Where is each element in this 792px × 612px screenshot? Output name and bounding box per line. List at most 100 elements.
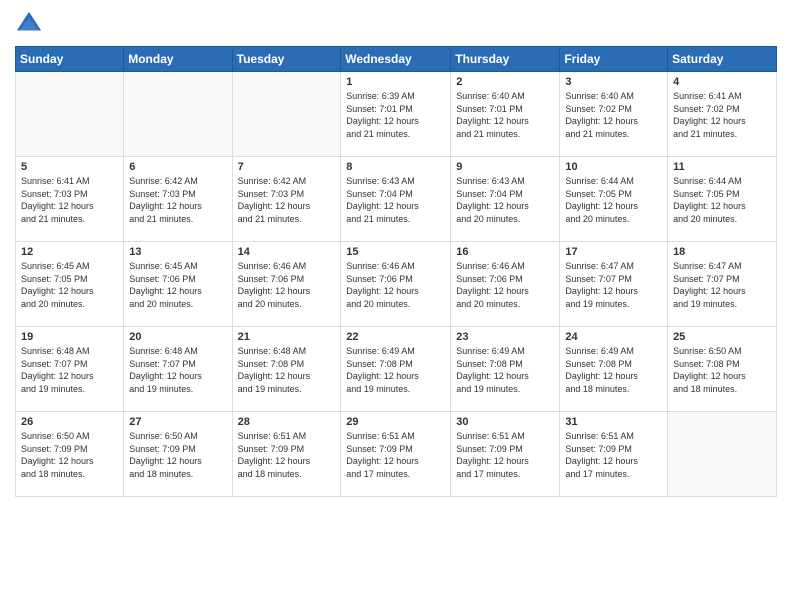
calendar-cell: 22Sunrise: 6:49 AMSunset: 7:08 PMDayligh… — [341, 327, 451, 412]
day-info: Sunrise: 6:47 AMSunset: 7:07 PMDaylight:… — [565, 260, 662, 310]
day-number: 7 — [238, 161, 336, 173]
day-info: Sunrise: 6:39 AMSunset: 7:01 PMDaylight:… — [346, 90, 445, 140]
day-info: Sunrise: 6:40 AMSunset: 7:01 PMDaylight:… — [456, 90, 554, 140]
calendar-cell: 10 Sunrise: 6:44 AMSunset: 7:05 PMDayligh… — [560, 157, 668, 242]
day-number: 30 — [456, 416, 554, 428]
calendar-cell: 25 Sunrise: 6:50 AMSunset: 7:08 PMDayligh… — [668, 327, 777, 412]
calendar-cell: 2Sunrise: 6:40 AMSunset: 7:01 PMDaylight… — [451, 72, 560, 157]
weekday-header-tuesday: Tuesday — [232, 47, 341, 72]
day-number: 17 — [565, 246, 662, 258]
day-number: 9 — [456, 161, 554, 173]
day-number: 16 — [456, 246, 554, 258]
day-number: 26 — [21, 416, 118, 428]
weekday-header-saturday: Saturday — [668, 47, 777, 72]
day-info: Sunrise: 6:43 AMSunset: 7:04 PMDaylight:… — [346, 175, 445, 225]
day-info: Sunrise: 6:42 AMSunset: 7:03 PMDaylight:… — [238, 175, 336, 225]
calendar-cell: 28Sunrise: 6:51 AMSunset: 7:09 PMDayligh… — [232, 412, 341, 497]
day-number: 21 — [238, 331, 336, 343]
day-number: 23 — [456, 331, 554, 343]
weekday-header-friday: Friday — [560, 47, 668, 72]
calendar-cell: 5 Sunrise: 6:41 AMSunset: 7:03 PMDaylight… — [16, 157, 124, 242]
calendar-cell: 4Sunrise: 6:41 AMSunset: 7:02 PMDaylight… — [668, 72, 777, 157]
day-info: Sunrise: 6:44 AMSunset: 7:05 PMDaylight:… — [565, 175, 662, 225]
day-info: Sunrise: 6:50 AMSunset: 7:09 PMDaylight:… — [21, 430, 118, 480]
day-info: Sunrise: 6:46 AMSunset: 7:06 PMDaylight:… — [238, 260, 336, 310]
day-info: Sunrise: 6:45 AMSunset: 7:05 PMDaylight:… — [21, 260, 118, 310]
day-number: 14 — [238, 246, 336, 258]
calendar-cell: 21 Sunrise: 6:48 AMSunset: 7:08 PMDayligh… — [232, 327, 341, 412]
calendar-cell: 13Sunrise: 6:45 AMSunset: 7:06 PMDayligh… — [124, 242, 232, 327]
day-info: Sunrise: 6:40 AMSunset: 7:02 PMDaylight:… — [565, 90, 662, 140]
day-info: Sunrise: 6:50 AMSunset: 7:08 PMDaylight:… — [673, 345, 771, 395]
day-number: 3 — [565, 76, 662, 88]
calendar-cell: 11 Sunrise: 6:44 AMSunset: 7:05 PMDayligh… — [668, 157, 777, 242]
logo — [15, 10, 47, 38]
week-row-5: 26 Sunrise: 6:50 AMSunset: 7:09 PMDayligh… — [16, 412, 777, 497]
calendar-cell: 26 Sunrise: 6:50 AMSunset: 7:09 PMDayligh… — [16, 412, 124, 497]
day-number: 15 — [346, 246, 445, 258]
calendar-cell — [232, 72, 341, 157]
calendar-cell: 30Sunrise: 6:51 AMSunset: 7:09 PMDayligh… — [451, 412, 560, 497]
day-info: Sunrise: 6:41 AMSunset: 7:03 PMDaylight:… — [21, 175, 118, 225]
day-number: 6 — [129, 161, 226, 173]
day-number: 11 — [673, 161, 771, 173]
day-info: Sunrise: 6:48 AMSunset: 7:07 PMDaylight:… — [21, 345, 118, 395]
calendar-cell: 17 Sunrise: 6:47 AMSunset: 7:07 PMDayligh… — [560, 242, 668, 327]
calendar-cell: 12 Sunrise: 6:45 AMSunset: 7:05 PMDayligh… — [16, 242, 124, 327]
day-info: Sunrise: 6:42 AMSunset: 7:03 PMDaylight:… — [129, 175, 226, 225]
calendar-cell: 23 Sunrise: 6:49 AMSunset: 7:08 PMDayligh… — [451, 327, 560, 412]
weekday-header-sunday: Sunday — [16, 47, 124, 72]
day-number: 4 — [673, 76, 771, 88]
calendar-cell — [668, 412, 777, 497]
day-info: Sunrise: 6:50 AMSunset: 7:09 PMDaylight:… — [129, 430, 226, 480]
day-info: Sunrise: 6:49 AMSunset: 7:08 PMDaylight:… — [456, 345, 554, 395]
calendar-cell: 1 Sunrise: 6:39 AMSunset: 7:01 PMDaylight… — [341, 72, 451, 157]
calendar-cell: 20 Sunrise: 6:48 AMSunset: 7:07 PMDayligh… — [124, 327, 232, 412]
weekday-header-monday: Monday — [124, 47, 232, 72]
day-info: Sunrise: 6:44 AMSunset: 7:05 PMDaylight:… — [673, 175, 771, 225]
day-info: Sunrise: 6:51 AMSunset: 7:09 PMDaylight:… — [238, 430, 336, 480]
day-number: 29 — [346, 416, 445, 428]
calendar-cell: 16 Sunrise: 6:46 AMSunset: 7:06 PMDayligh… — [451, 242, 560, 327]
calendar-cell: 7 Sunrise: 6:42 AMSunset: 7:03 PMDaylight… — [232, 157, 341, 242]
day-info: Sunrise: 6:48 AMSunset: 7:08 PMDaylight:… — [238, 345, 336, 395]
day-info: Sunrise: 6:46 AMSunset: 7:06 PMDaylight:… — [346, 260, 445, 310]
day-info: Sunrise: 6:48 AMSunset: 7:07 PMDaylight:… — [129, 345, 226, 395]
day-number: 24 — [565, 331, 662, 343]
calendar-cell: 29 Sunrise: 6:51 AMSunset: 7:09 PMDayligh… — [341, 412, 451, 497]
calendar-cell — [16, 72, 124, 157]
day-number: 31 — [565, 416, 662, 428]
weekday-header-wednesday: Wednesday — [341, 47, 451, 72]
week-row-4: 19 Sunrise: 6:48 AMSunset: 7:07 PMDayligh… — [16, 327, 777, 412]
calendar-cell: 19 Sunrise: 6:48 AMSunset: 7:07 PMDayligh… — [16, 327, 124, 412]
calendar-cell: 14 Sunrise: 6:46 AMSunset: 7:06 PMDayligh… — [232, 242, 341, 327]
page: SundayMondayTuesdayWednesdayThursdayFrid… — [0, 0, 792, 612]
day-info: Sunrise: 6:45 AMSunset: 7:06 PMDaylight:… — [129, 260, 226, 310]
day-number: 19 — [21, 331, 118, 343]
day-info: Sunrise: 6:46 AMSunset: 7:06 PMDaylight:… — [456, 260, 554, 310]
day-number: 1 — [346, 76, 445, 88]
weekday-header-row: SundayMondayTuesdayWednesdayThursdayFrid… — [16, 47, 777, 72]
day-info: Sunrise: 6:51 AMSunset: 7:09 PMDaylight:… — [565, 430, 662, 480]
calendar-cell — [124, 72, 232, 157]
day-info: Sunrise: 6:51 AMSunset: 7:09 PMDaylight:… — [346, 430, 445, 480]
day-number: 8 — [346, 161, 445, 173]
week-row-2: 5 Sunrise: 6:41 AMSunset: 7:03 PMDaylight… — [16, 157, 777, 242]
calendar-cell: 15 Sunrise: 6:46 AMSunset: 7:06 PMDayligh… — [341, 242, 451, 327]
calendar-cell: 6 Sunrise: 6:42 AMSunset: 7:03 PMDaylight… — [124, 157, 232, 242]
logo-icon — [15, 10, 43, 38]
calendar-cell: 24 Sunrise: 6:49 AMSunset: 7:08 PMDayligh… — [560, 327, 668, 412]
day-info: Sunrise: 6:47 AMSunset: 7:07 PMDaylight:… — [673, 260, 771, 310]
header — [15, 10, 777, 38]
day-number: 20 — [129, 331, 226, 343]
weekday-header-thursday: Thursday — [451, 47, 560, 72]
day-info: Sunrise: 6:49 AMSunset: 7:08 PMDaylight:… — [565, 345, 662, 395]
day-number: 22 — [346, 331, 445, 343]
day-number: 10 — [565, 161, 662, 173]
day-number: 12 — [21, 246, 118, 258]
calendar-cell: 18Sunrise: 6:47 AMSunset: 7:07 PMDayligh… — [668, 242, 777, 327]
day-number: 27 — [129, 416, 226, 428]
day-number: 5 — [21, 161, 118, 173]
calendar-cell: 9Sunrise: 6:43 AMSunset: 7:04 PMDaylight… — [451, 157, 560, 242]
day-number: 25 — [673, 331, 771, 343]
